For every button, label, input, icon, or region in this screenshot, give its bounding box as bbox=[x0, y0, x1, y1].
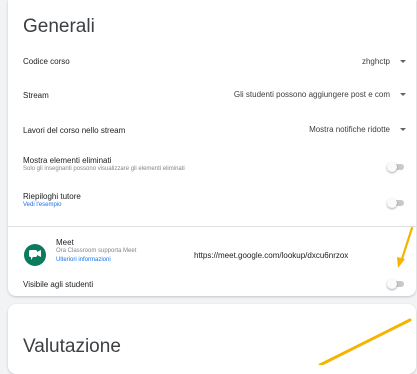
meet-divider bbox=[8, 226, 416, 227]
toggle-knob bbox=[387, 162, 397, 172]
stream-label: Stream bbox=[23, 91, 49, 100]
meet-icon bbox=[24, 244, 46, 266]
guardian-summaries-example-link[interactable]: Vedi l'esempio bbox=[23, 202, 62, 208]
classwork-stream-dropdown-icon[interactable] bbox=[400, 128, 406, 131]
meet-subtitle: Ora Classroom supporta Meet bbox=[56, 248, 137, 254]
toggle-knob bbox=[387, 279, 397, 289]
meet-title: Meet bbox=[56, 238, 74, 247]
show-deleted-toggle[interactable] bbox=[387, 162, 405, 172]
grading-section-title: Valutazione bbox=[23, 336, 121, 357]
toggle-knob bbox=[387, 198, 397, 208]
classwork-stream-select[interactable]: Mostra notifiche ridotte bbox=[309, 125, 390, 134]
show-deleted-label: Mostra elementi eliminati bbox=[23, 156, 112, 165]
guardian-summaries-label: Riepiloghi tutore bbox=[23, 192, 81, 201]
guardian-summaries-toggle[interactable] bbox=[387, 198, 405, 208]
class-code-dropdown-icon[interactable] bbox=[400, 60, 406, 63]
meet-link[interactable]: https://meet.google.com/lookup/dxcu6nrzo… bbox=[194, 251, 348, 260]
show-deleted-description: Solo gli insegnanti possono visualizzare… bbox=[23, 166, 185, 172]
visible-to-students-label: Visibile agli studenti bbox=[23, 280, 94, 289]
meet-more-info-link[interactable]: Ulteriori informazioni bbox=[56, 257, 111, 263]
general-section-title: Generali bbox=[23, 16, 95, 37]
general-settings-card: Generali Codice corso zhghctp Stream Gli… bbox=[8, 0, 416, 296]
stream-dropdown-icon[interactable] bbox=[400, 93, 406, 96]
grading-card: Valutazione bbox=[8, 304, 416, 374]
class-code-label: Codice corso bbox=[23, 57, 70, 66]
stream-select[interactable]: Gli studenti possono aggiungere post e c… bbox=[234, 90, 390, 99]
class-code-value[interactable]: zhghctp bbox=[362, 57, 390, 66]
classwork-stream-label: Lavori del corso nello stream bbox=[23, 126, 126, 135]
visible-to-students-toggle[interactable] bbox=[387, 279, 405, 289]
